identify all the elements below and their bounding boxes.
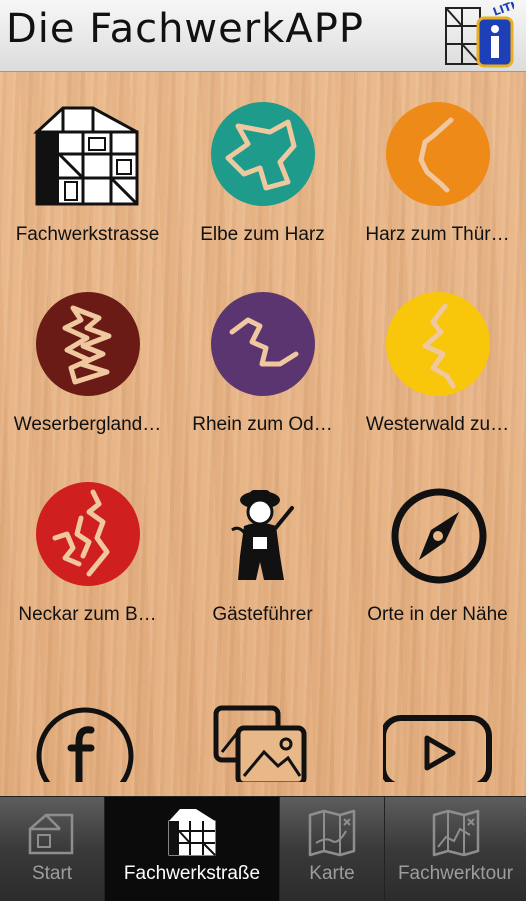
route-orange-icon xyxy=(385,102,490,206)
compass-icon xyxy=(391,488,486,584)
tile-label: Neckar zum B… xyxy=(18,604,157,625)
app-title: Die FachwerkAPP xyxy=(6,6,364,52)
guide-figure-icon xyxy=(230,490,294,580)
tile-neckar[interactable]: Neckar zum B… xyxy=(0,452,175,642)
tile-label: Harz zum Thür… xyxy=(365,224,510,245)
tile-rhein-zum-odenwald[interactable]: Rhein zum Od… xyxy=(175,262,350,452)
route-purple-icon xyxy=(210,292,315,396)
tab-fachwerktour[interactable]: Fachwerktour xyxy=(385,797,526,901)
route-yellow-icon xyxy=(385,292,490,396)
tab-fachwerkstrasse[interactable]: Fachwerkstraße xyxy=(105,797,280,901)
half-timbered-house-icon xyxy=(168,809,216,856)
tab-bar: Start Fachwerkstraße Karte Fachwerktour xyxy=(0,796,526,901)
facebook-icon xyxy=(36,707,133,782)
info-button[interactable]: LITE xyxy=(444,0,520,68)
tile-label: Rhein zum Od… xyxy=(192,414,333,435)
map-icon xyxy=(308,809,356,857)
tile-westerwald[interactable]: Westerwald zu… xyxy=(350,262,525,452)
tile-label: Westerwald zu… xyxy=(365,414,510,435)
app-header: Die FachwerkAPP LITE xyxy=(0,0,526,72)
route-teal-icon xyxy=(210,102,315,206)
tile-gallery[interactable] xyxy=(175,642,350,796)
map-route-icon xyxy=(432,809,479,857)
video-play-icon xyxy=(382,715,492,782)
house-icon xyxy=(28,813,74,855)
tile-gaestefuehrer[interactable]: Gästeführer xyxy=(175,452,350,642)
lite-info-icon: LITE xyxy=(445,0,520,68)
tile-facebook[interactable] xyxy=(0,642,175,796)
tile-weserbergland[interactable]: Weserbergland… xyxy=(0,262,175,452)
tab-start[interactable]: Start xyxy=(0,797,105,901)
gallery-icon xyxy=(213,705,306,782)
tile-label: Gästeführer xyxy=(212,604,313,625)
tab-label: Fachwerkstraße xyxy=(123,863,261,884)
tab-label: Fachwerktour xyxy=(397,863,514,884)
tile-elbe-zum-harz[interactable]: Elbe zum Harz xyxy=(175,72,350,262)
tile-video[interactable] xyxy=(350,642,525,796)
tile-label: Fachwerkstrasse xyxy=(15,224,160,245)
lite-badge: LITE xyxy=(491,2,514,19)
tab-karte[interactable]: Karte xyxy=(280,797,385,901)
route-maroon-icon xyxy=(35,292,140,396)
tile-fachwerkstrasse[interactable]: Fachwerkstrasse xyxy=(0,72,175,262)
tile-label: Orte in der Nähe xyxy=(367,604,508,625)
tile-harz-zum-thueringer[interactable]: Harz zum Thür… xyxy=(350,72,525,262)
tab-label: Start xyxy=(31,863,73,884)
tab-label: Karte xyxy=(309,863,355,884)
half-timbered-house-icon xyxy=(32,106,138,206)
main-grid: Fachwerkstrasse Elbe zum Harz Harz zum T… xyxy=(0,72,526,796)
route-red-icon xyxy=(35,482,140,586)
tile-label: Weserbergland… xyxy=(13,414,162,435)
tile-label: Elbe zum Harz xyxy=(200,224,325,245)
tile-orte-in-der-naehe[interactable]: Orte in der Nähe xyxy=(350,452,525,642)
